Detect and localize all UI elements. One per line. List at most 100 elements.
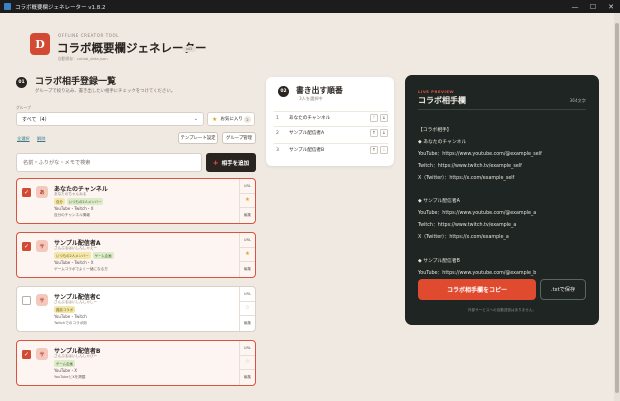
favorites-label: お気に入り	[220, 117, 243, 122]
clear-selection-link[interactable]: 解除	[37, 136, 45, 142]
order-name: サンプル配信者B	[289, 148, 325, 153]
partner-card[interactable]: ✓ あ あなたのチャンネル あなたのちゃんねる 自分 いつもの2人メンバー Yo…	[16, 178, 256, 224]
partner-tags: いつもの2人メンバー ゲーム企画	[54, 252, 114, 259]
card-actions: URL ★ 編集	[239, 233, 255, 277]
move-down-button[interactable]: ↓	[380, 146, 388, 154]
select-all-link[interactable]: 全選択	[17, 136, 30, 142]
star-outline-icon[interactable]: ☆	[240, 302, 255, 317]
tag: ゲーム企画	[54, 360, 75, 367]
window-titlebar: コラボ概要欄ジェネレーター v1.8.2 — ☐ ✕	[0, 0, 620, 13]
order-index: 2	[276, 130, 279, 136]
section-number-02: 02	[278, 86, 289, 97]
partner-memo: ゲームコラボでよく一緒になる方	[54, 267, 108, 271]
move-up-button[interactable]: ↑	[370, 146, 378, 154]
add-partner-button[interactable]: + 相手を追加	[206, 153, 256, 172]
preview-text: 【コラボ相手】 ◆ あなたのチャンネル YouTube：https://www.…	[418, 128, 542, 288]
partner-kana: さんぷるはいしんしゃしー	[54, 300, 98, 304]
order-row: 1 あなたのチャンネル ↑ ↓	[274, 111, 388, 124]
partner-tags: 自分 いつもの2人メンバー	[54, 198, 104, 205]
group-select[interactable]: すべて（4） ⌄	[16, 112, 204, 126]
partner-kana: あなたのちゃんねる	[54, 192, 87, 196]
tag: 雑談コラボ	[54, 306, 75, 313]
partner-platforms: YouTube・Twitch・X	[54, 260, 94, 265]
partner-checkbox[interactable]: ✓	[22, 350, 31, 359]
partner-kana: さんぷるはいしんしゃえー	[54, 246, 98, 250]
group-select-value: すべて（4）	[22, 116, 50, 123]
maximize-button[interactable]: ☐	[584, 0, 602, 13]
minimize-button[interactable]: —	[566, 0, 584, 13]
partner-tags: ゲーム企画	[54, 360, 75, 367]
tag: いつもの2人メンバー	[54, 252, 91, 259]
partner-card[interactable]: ✓ サ サンプル配信者B さんぷるはいしんしゃびー ゲーム企画 YouTube・…	[16, 340, 256, 386]
privacy-note: 外部サービスへの自動送信はありません。	[467, 308, 537, 312]
preview-title: コラボ相手欄	[418, 96, 466, 105]
star-icon: ★	[212, 115, 218, 123]
partner-platforms: YouTube・Twitch	[54, 314, 87, 319]
order-name: サンプル配信者A	[289, 131, 325, 136]
card-actions: URL ★ 編集	[239, 179, 255, 223]
order-index: 1	[276, 115, 279, 121]
partner-memo: Twitchでのコラボ用	[54, 321, 87, 325]
order-name: あなたのチャンネル	[289, 116, 331, 121]
move-down-button[interactable]: ↓	[380, 114, 388, 122]
export-order-title: 書き出す順番	[296, 86, 343, 95]
partner-kana: さんぷるはいしんしゃびー	[54, 354, 98, 358]
app-subtitle: OFFLINE CREATOR TOOL	[58, 33, 120, 38]
character-count: 364文字	[569, 98, 586, 103]
window-title: コラボ概要欄ジェネレーター v1.8.2	[15, 4, 106, 11]
avatar: サ	[36, 240, 48, 252]
app-header: D OFFLINE CREATOR TOOL コラボ概要欄ジェネレーター v02…	[0, 13, 614, 63]
url-button[interactable]: URL	[240, 179, 255, 194]
url-button[interactable]: URL	[240, 287, 255, 302]
partner-platforms: YouTube・Twitch・X	[54, 206, 94, 211]
partner-checkbox[interactable]: ✓	[22, 188, 31, 197]
avatar: あ	[36, 186, 48, 198]
partner-tags: 雑談コラボ	[54, 306, 75, 313]
tag: いつもの2人メンバー	[66, 198, 104, 205]
group-manage-button[interactable]: グループ管理	[222, 132, 256, 144]
favorites-filter-button[interactable]: ★ お気に入り 2	[207, 112, 255, 126]
avatar: サ	[36, 348, 48, 360]
star-icon[interactable]: ★	[240, 194, 255, 209]
move-up-button[interactable]: ↑	[370, 114, 378, 122]
template-settings-button[interactable]: テンプレート設定	[178, 132, 218, 144]
card-actions: URL ☆ 編集	[239, 341, 255, 385]
chevron-down-icon: ⌄	[193, 116, 198, 122]
version-badge: v02	[183, 46, 196, 52]
tag: 自分	[54, 198, 65, 205]
scrollbar-thumb[interactable]	[615, 23, 619, 393]
section-description: グループで絞り込み、書き出したい相手にチェックをつけてください。	[35, 89, 176, 94]
url-button[interactable]: URL	[240, 341, 255, 356]
move-down-button[interactable]: ↓	[380, 129, 388, 137]
partner-card[interactable]: ✓ サ サンプル配信者A さんぷるはいしんしゃえー いつもの2人メンバー ゲーム…	[16, 232, 256, 278]
copy-button[interactable]: コラボ相手欄をコピー	[418, 279, 536, 300]
section-number-01: 01	[16, 77, 27, 88]
edit-button[interactable]: 編集	[240, 208, 255, 223]
edit-button[interactable]: 編集	[240, 262, 255, 277]
partner-platforms: YouTube・X	[54, 368, 78, 373]
vertical-scrollbar[interactable]	[614, 13, 620, 401]
group-label: グループ	[16, 105, 31, 110]
partner-card[interactable]: サ サンプル配信者C さんぷるはいしんしゃしー 雑談コラボ YouTube・Tw…	[16, 286, 256, 332]
partner-checkbox[interactable]	[22, 296, 31, 305]
order-row: 3 サンプル配信者B ↑ ↓	[274, 143, 388, 156]
search-input[interactable]: 名前・ふりがな・メモで検索	[16, 153, 202, 172]
export-order-panel: 02 書き出す順番 3人を選択中 1 あなたのチャンネル ↑ ↓ 2 サンプル配…	[266, 77, 394, 166]
edit-button[interactable]: 編集	[240, 316, 255, 331]
save-txt-button[interactable]: .txtで保存	[540, 279, 586, 300]
live-preview-panel: LIVE PREVIEW コラボ相手欄 364文字 【コラボ相手】 ◆ あなたの…	[405, 75, 599, 325]
edit-button[interactable]: 編集	[240, 370, 255, 385]
app-logo: D	[30, 33, 50, 55]
partner-memo: 自分のチャンネル情報	[54, 213, 90, 217]
star-outline-icon[interactable]: ☆	[240, 356, 255, 371]
card-actions: URL ☆ 編集	[239, 287, 255, 331]
move-up-button[interactable]: ↑	[370, 129, 378, 137]
tag: ゲーム企画	[92, 252, 114, 259]
favorites-count: 2	[244, 116, 251, 123]
order-row: 2 サンプル配信者A ↑ ↓	[274, 126, 388, 139]
url-button[interactable]: URL	[240, 233, 255, 248]
star-icon[interactable]: ★	[240, 248, 255, 263]
partner-checkbox[interactable]: ✓	[22, 242, 31, 251]
close-button[interactable]: ✕	[602, 0, 620, 13]
plus-icon: +	[212, 158, 219, 167]
